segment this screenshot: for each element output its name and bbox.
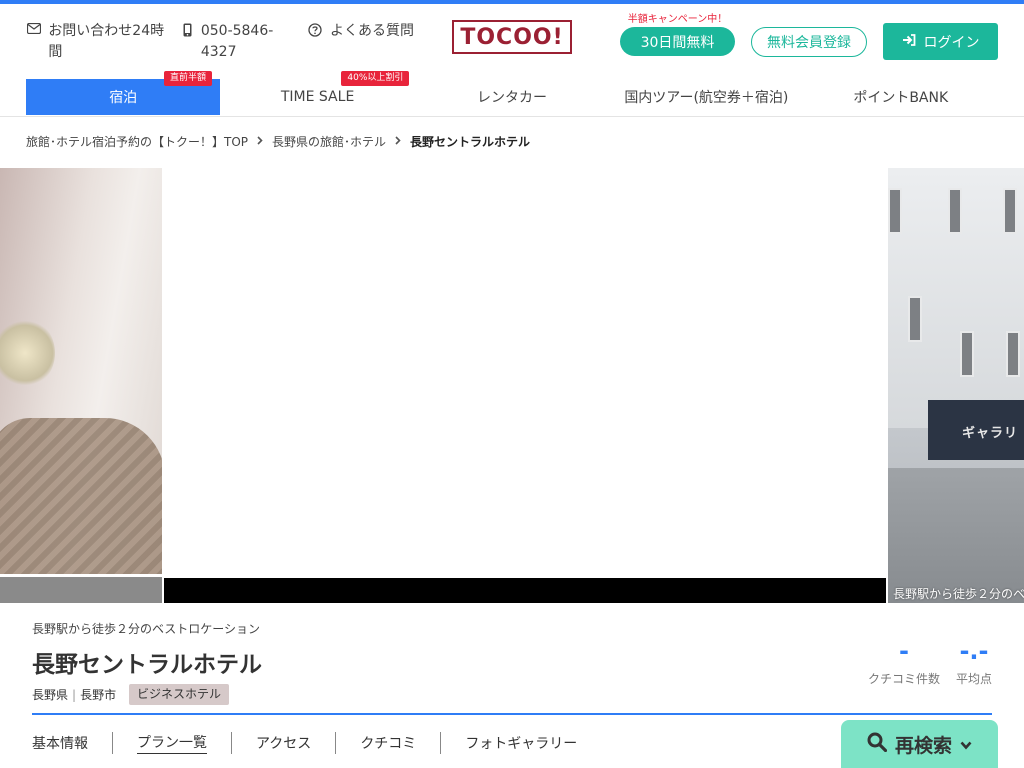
category-badge: ビジネスホテル <box>129 684 230 705</box>
chevron-down-icon <box>960 733 972 755</box>
average-score-label: 平均点 <box>955 672 992 686</box>
nav-badge: 直前半額 <box>164 71 213 86</box>
site-logo[interactable]: TOCOO! <box>452 20 572 54</box>
review-count-label: クチコミ件数 <box>868 672 941 686</box>
tab-access[interactable]: アクセス <box>256 733 311 753</box>
research-label: 再検索 <box>894 734 952 757</box>
window-photo-detail <box>888 188 902 234</box>
campaign-note: 半額キャンペーン中！ <box>627 14 728 25</box>
window-photo-detail <box>1003 188 1017 234</box>
register-button[interactable]: 無料会員登録 <box>751 27 867 57</box>
tab-plan-list[interactable]: プラン一覧 <box>137 732 207 754</box>
gallery-caption: 長野駅から徒歩２分のベ <box>893 587 1024 601</box>
slide-caption-bar <box>0 577 162 603</box>
mail-icon <box>26 23 42 34</box>
nav-tab-stay[interactable]: 宿泊 直前半額 <box>26 71 221 115</box>
review-count-stat[interactable]: - クチコミ件数 <box>868 638 940 687</box>
nav-tab-point-bank[interactable]: ポイントBANK <box>804 79 998 115</box>
contact-label: お問い合わせ24時間 <box>48 23 165 60</box>
phone-link[interactable]: 050-5846-4327 <box>180 21 290 63</box>
research-button[interactable]: 再検索 <box>841 720 998 768</box>
flowers-photo-detail <box>0 318 55 388</box>
hotel-catchphrase: 長野駅から徒歩２分のベストロケーション <box>32 622 261 636</box>
search-icon <box>867 732 888 757</box>
location-separator: | <box>72 687 77 702</box>
tab-separator <box>440 732 442 754</box>
mobile-phone-icon <box>180 23 195 37</box>
nav-tab-rental-car[interactable]: レンタカー <box>415 79 609 115</box>
top-accent-bar <box>0 0 1024 4</box>
hotel-location: 長野県 | 長野市 <box>32 686 116 703</box>
gallery-slide-next[interactable]: ギャラリ <box>888 168 1024 603</box>
faq-link[interactable]: よくある質問 <box>306 21 416 42</box>
tab-photo-gallery[interactable]: フォトギャラリー <box>465 733 577 753</box>
tab-separator <box>335 732 337 754</box>
chevron-right-icon <box>257 135 263 148</box>
tab-separator <box>231 732 232 754</box>
nav-tab-label: 国内ツアー(航空券＋宿泊) <box>624 90 789 106</box>
contact-link[interactable]: お問い合わせ24時間 <box>26 21 166 63</box>
window-photo-detail <box>948 188 962 234</box>
nav-tab-label: レンタカー <box>476 90 547 106</box>
question-circle-icon <box>306 23 324 37</box>
breadcrumb-current: 長野セントラルホテル <box>410 135 531 149</box>
nav-divider <box>0 116 1024 117</box>
breadcrumb-link-prefecture[interactable]: 長野県の旅館･ホテル <box>272 133 386 150</box>
shop-sign-text: ギャラリ <box>962 426 1019 441</box>
sign-in-icon <box>902 33 916 50</box>
login-label: ログイン <box>923 34 980 51</box>
nav-tab-label: 宿泊 <box>109 90 138 106</box>
free-trial-button[interactable]: 30日間無料 <box>620 27 735 56</box>
window-photo-detail <box>1006 331 1020 377</box>
chevron-right-icon <box>395 135 401 148</box>
window-photo-detail <box>908 296 922 342</box>
faq-label: よくある質問 <box>330 23 414 39</box>
gallery-slide-prev[interactable] <box>0 168 162 574</box>
nav-tab-label: ポイントBANK <box>853 90 949 106</box>
average-score-value: -.- <box>959 637 989 665</box>
prefecture-link[interactable]: 長野県 <box>32 686 68 703</box>
gallery-slide-current[interactable] <box>164 168 888 578</box>
main-nav: 宿泊 直前半額 TIME SALE 40%以上割引 レンタカー 国内ツアー(航空… <box>26 71 998 115</box>
photo-gallery[interactable]: ギャラリ <box>0 168 1024 603</box>
nav-tab-label: TIME SALE <box>280 89 355 105</box>
slide-caption-bar <box>164 578 886 603</box>
city-link[interactable]: 長野市 <box>80 686 116 703</box>
tab-basic-info[interactable]: 基本情報 <box>32 733 88 753</box>
section-divider <box>32 713 992 715</box>
chair-photo-detail <box>0 418 162 574</box>
average-score-stat[interactable]: -.- 平均点 <box>954 638 994 687</box>
hotel-subtabs: 基本情報 プラン一覧 アクセス クチコミ フォトギャラリー <box>32 732 577 754</box>
review-count-value: - <box>899 637 909 665</box>
nav-tab-domestic-tour[interactable]: 国内ツアー(航空券＋宿泊) <box>609 79 803 115</box>
breadcrumb-link-top[interactable]: 旅館･ホテル宿泊予約の【トクー！】TOP <box>26 133 248 150</box>
phone-number: 050-5846-4327 <box>200 23 274 60</box>
tab-separator <box>112 732 113 754</box>
nav-badge: 40%以上割引 <box>341 71 410 86</box>
street-photo-detail <box>888 468 1024 603</box>
window-photo-detail <box>960 331 974 377</box>
breadcrumb: 旅館･ホテル宿泊予約の【トクー！】TOP 長野県の旅館･ホテル 長野セントラルホ… <box>26 133 530 150</box>
nav-tab-time-sale[interactable]: TIME SALE 40%以上割引 <box>220 71 414 115</box>
tab-reviews[interactable]: クチコミ <box>360 733 416 753</box>
login-button[interactable]: ログイン <box>883 23 998 60</box>
hotel-name: 長野セントラルホテル <box>32 652 262 678</box>
